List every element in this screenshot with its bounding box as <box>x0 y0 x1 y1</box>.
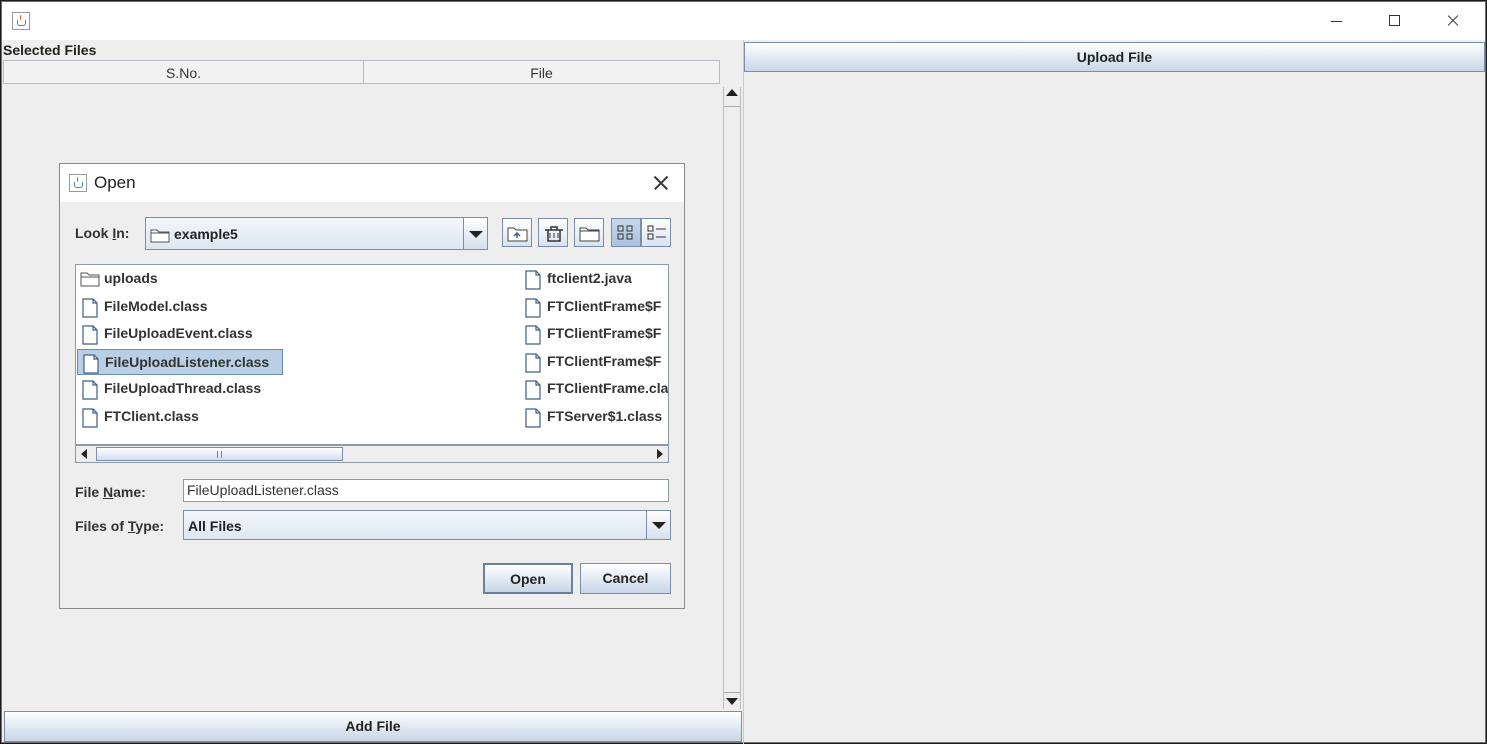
file-name-text: FTClient.class <box>104 407 199 424</box>
scroll-right-icon[interactable] <box>657 449 663 459</box>
file-name-label: File Name: <box>75 484 146 500</box>
file-icon <box>523 407 543 431</box>
open-button[interactable]: Open <box>483 563 573 594</box>
scrollbar-thumb[interactable] <box>96 447 343 461</box>
add-file-button[interactable]: Add File <box>4 711 742 742</box>
list-view-button[interactable] <box>611 218 641 247</box>
chevron-down-icon[interactable] <box>463 218 487 249</box>
home-icon <box>545 226 563 242</box>
new-folder-button[interactable] <box>574 218 604 247</box>
scroll-left-icon[interactable] <box>81 449 87 459</box>
file-name-text: FileUploadEvent.class <box>104 325 253 341</box>
details-view-icon <box>647 225 666 240</box>
table-header: S.No. File <box>3 60 720 84</box>
dialog-close-button[interactable] <box>650 173 670 193</box>
folder-icon <box>150 229 170 243</box>
look-in-value: example5 <box>174 226 238 242</box>
files-of-type-label: Files of Type: <box>75 518 165 534</box>
file-list-item[interactable]: FTClientFrame$F <box>520 349 668 376</box>
upload-file-button[interactable]: Upload File <box>744 42 1485 72</box>
file-name-text: FTClientFrame$F <box>547 297 662 314</box>
file-list-item[interactable]: FTServer$1.class <box>520 404 668 431</box>
look-in-label: Look In: <box>75 225 130 241</box>
file-name-text: FileUploadListener.class <box>105 353 270 370</box>
dialog-title: Open <box>94 173 136 192</box>
files-of-type-dropdown[interactable]: All Files <box>183 510 671 540</box>
file-list-item[interactable]: FileModel.class <box>77 294 282 320</box>
file-icon <box>80 297 100 321</box>
close-button[interactable] <box>1430 2 1476 40</box>
maximize-icon <box>1389 15 1400 26</box>
file-list-item[interactable]: ftclient2.java <box>520 266 668 293</box>
open-file-dialog: Open Look In: example5 uploads FileModel.… <box>59 163 685 609</box>
file-name-text: FileModel.class <box>104 297 208 314</box>
file-name-text: FTClientFrame$F <box>547 325 662 341</box>
up-one-level-button[interactable] <box>502 218 532 247</box>
minimize-icon <box>1331 21 1342 22</box>
java-app-icon <box>12 12 30 30</box>
file-list-item[interactable]: FTClientFrame$F <box>520 294 668 321</box>
file-list-item[interactable]: FileUploadListener.class <box>77 348 283 377</box>
file-list[interactable]: uploads FileModel.class FileUploadEvent.cl… <box>75 264 669 445</box>
file-icon <box>523 325 543 348</box>
file-name-text: FileUploadThread.class <box>104 380 262 396</box>
file-list-item[interactable]: FileUploadThread.class <box>77 376 282 402</box>
chevron-down-icon[interactable] <box>646 511 670 539</box>
dialog-title-bar[interactable]: Open <box>60 164 684 202</box>
file-list-item[interactable]: FTClient.class <box>77 404 282 430</box>
column-header-file[interactable]: File <box>364 61 719 83</box>
maximize-button[interactable] <box>1372 2 1418 40</box>
file-name-text: FTClientFrame$F <box>547 352 662 369</box>
file-list-horizontal-scrollbar[interactable] <box>75 445 669 463</box>
file-icon <box>80 407 100 431</box>
scroll-down-icon[interactable] <box>726 698 738 705</box>
selected-files-heading: Selected Files <box>3 42 97 58</box>
file-list-item[interactable]: FTClientFrame$F <box>520 321 668 348</box>
new-folder-icon <box>579 227 600 242</box>
up-folder-icon <box>507 227 528 242</box>
details-view-button[interactable] <box>641 218 671 247</box>
file-name-input[interactable]: FileUploadListener.class <box>183 479 669 502</box>
table-vertical-scrollbar[interactable] <box>723 87 741 709</box>
list-view-icon <box>617 225 633 240</box>
file-list-item[interactable]: uploads <box>77 266 282 292</box>
file-list-item[interactable]: FileUploadEvent.class <box>77 321 282 347</box>
file-name-text: ftclient2.java <box>547 270 632 286</box>
file-icon <box>81 353 101 377</box>
file-name-text: FTClientFrame.cla <box>547 380 669 396</box>
cancel-button[interactable]: Cancel <box>580 563 671 594</box>
file-list-item[interactable]: FTClientFrame.cla <box>520 376 669 403</box>
minimize-button[interactable] <box>1314 2 1360 40</box>
file-icon <box>523 352 543 376</box>
scroll-up-icon[interactable] <box>726 89 738 96</box>
file-icon <box>523 270 543 293</box>
folder-icon <box>80 270 100 291</box>
java-app-icon <box>69 174 87 192</box>
file-icon <box>80 325 100 348</box>
file-icon <box>523 297 543 321</box>
file-icon <box>80 380 100 403</box>
files-of-type-value: All Files <box>188 518 242 534</box>
file-name-text: uploads <box>104 270 158 286</box>
file-name-text: FTServer$1.class <box>547 407 663 424</box>
upload-panel <box>743 40 1485 744</box>
file-icon <box>523 380 543 403</box>
look-in-dropdown[interactable]: example5 <box>145 217 488 250</box>
column-header-sno[interactable]: S.No. <box>4 61 364 83</box>
home-button[interactable] <box>538 218 568 247</box>
title-bar[interactable] <box>2 2 1485 40</box>
